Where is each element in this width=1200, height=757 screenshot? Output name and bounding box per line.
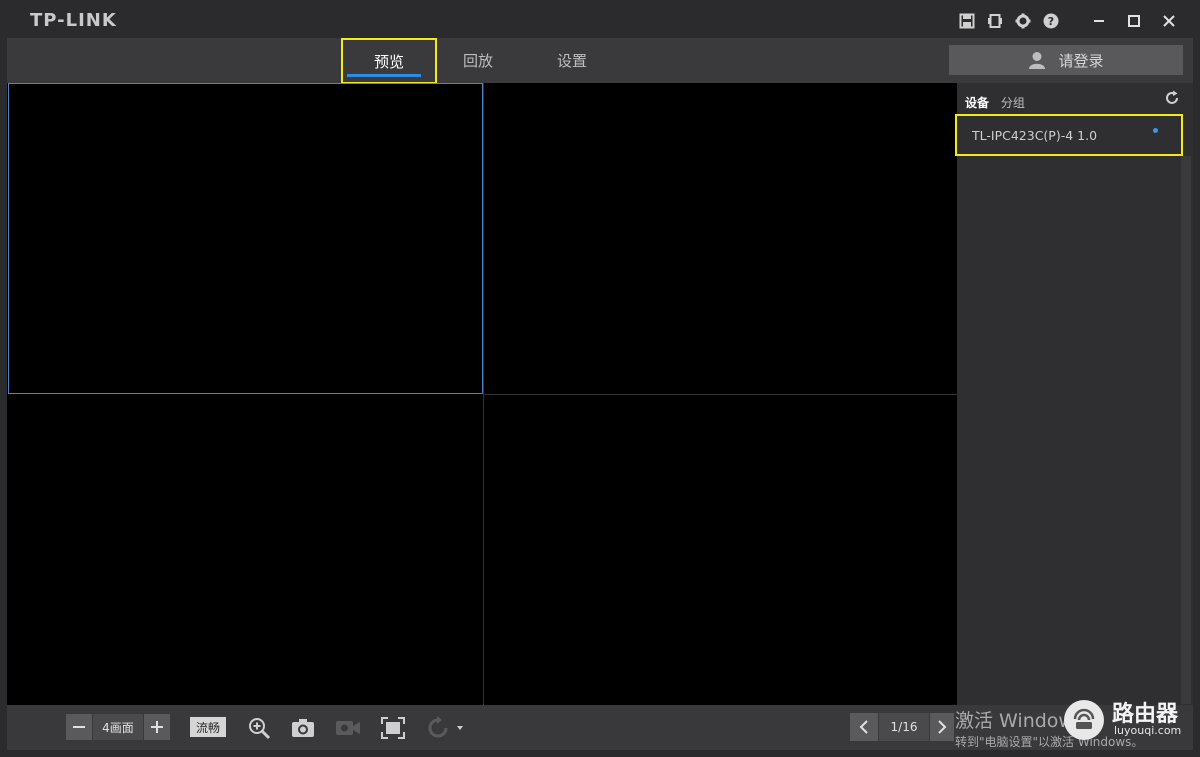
layout-increase-button[interactable]	[144, 714, 170, 740]
tab-preview[interactable]: 预览	[341, 38, 437, 84]
active-tab-indicator	[347, 74, 421, 77]
grid-divider-horizontal	[484, 394, 957, 395]
video-pane-1[interactable]	[8, 83, 483, 394]
help-icon[interactable]: ?	[1042, 12, 1060, 30]
maximize-icon[interactable]	[1125, 12, 1143, 30]
page-indicator: 1/16	[879, 713, 929, 741]
save-icon[interactable]	[958, 12, 976, 30]
layout-count-display: 4画面	[93, 714, 143, 740]
zoom-in-icon[interactable]	[246, 715, 272, 741]
login-button[interactable]: 请登录	[949, 45, 1183, 75]
router-brand-badge: 路由器 luyouqi.com	[1060, 694, 1200, 754]
router-logo-icon	[1064, 700, 1104, 740]
svg-text:?: ?	[1048, 15, 1054, 28]
fullscreen-icon[interactable]	[380, 715, 406, 741]
tp-link-logo: TP-LINK	[30, 10, 117, 31]
device-sidebar	[957, 83, 1193, 705]
sidebar-tab-groups[interactable]: 分组	[1001, 96, 1025, 110]
device-name: TL-IPC423C(P)-4 1.0	[972, 127, 1098, 143]
prev-page-button[interactable]	[850, 713, 878, 741]
refresh-icon[interactable]	[1164, 90, 1182, 108]
router-brand-url: luyouqi.com	[1114, 724, 1182, 737]
device-list-item[interactable]: TL-IPC423C(P)-4 1.0	[955, 114, 1183, 156]
layout-decrease-button[interactable]	[66, 714, 92, 740]
close-icon[interactable]	[1160, 12, 1178, 30]
device-status-dot	[1153, 128, 1158, 133]
camera-icon[interactable]	[290, 715, 316, 741]
login-label: 请登录	[1058, 51, 1104, 70]
activation-watermark-title: 激活 Window	[955, 710, 1074, 732]
tab-settings[interactable]: 设置	[532, 38, 612, 83]
minimize-icon[interactable]	[1090, 12, 1108, 30]
sidebar-tab-devices[interactable]: 设备	[965, 96, 989, 110]
user-icon	[1028, 51, 1046, 69]
device-icon[interactable]	[986, 12, 1004, 30]
video-pane-2[interactable]	[484, 83, 957, 394]
sidebar-tabs: 设备 分组	[965, 94, 1025, 111]
record-icon[interactable]	[335, 715, 361, 741]
stream-quality-button[interactable]: 流畅	[190, 717, 226, 737]
sidebar-scrollbar[interactable]	[1181, 156, 1191, 704]
tab-playback[interactable]: 回放	[438, 38, 518, 83]
video-pane-3[interactable]	[8, 395, 483, 705]
video-pane-4[interactable]	[484, 395, 957, 705]
gear-icon[interactable]	[1014, 12, 1032, 30]
next-page-button[interactable]	[930, 713, 954, 741]
rotate-icon[interactable]	[426, 715, 466, 741]
